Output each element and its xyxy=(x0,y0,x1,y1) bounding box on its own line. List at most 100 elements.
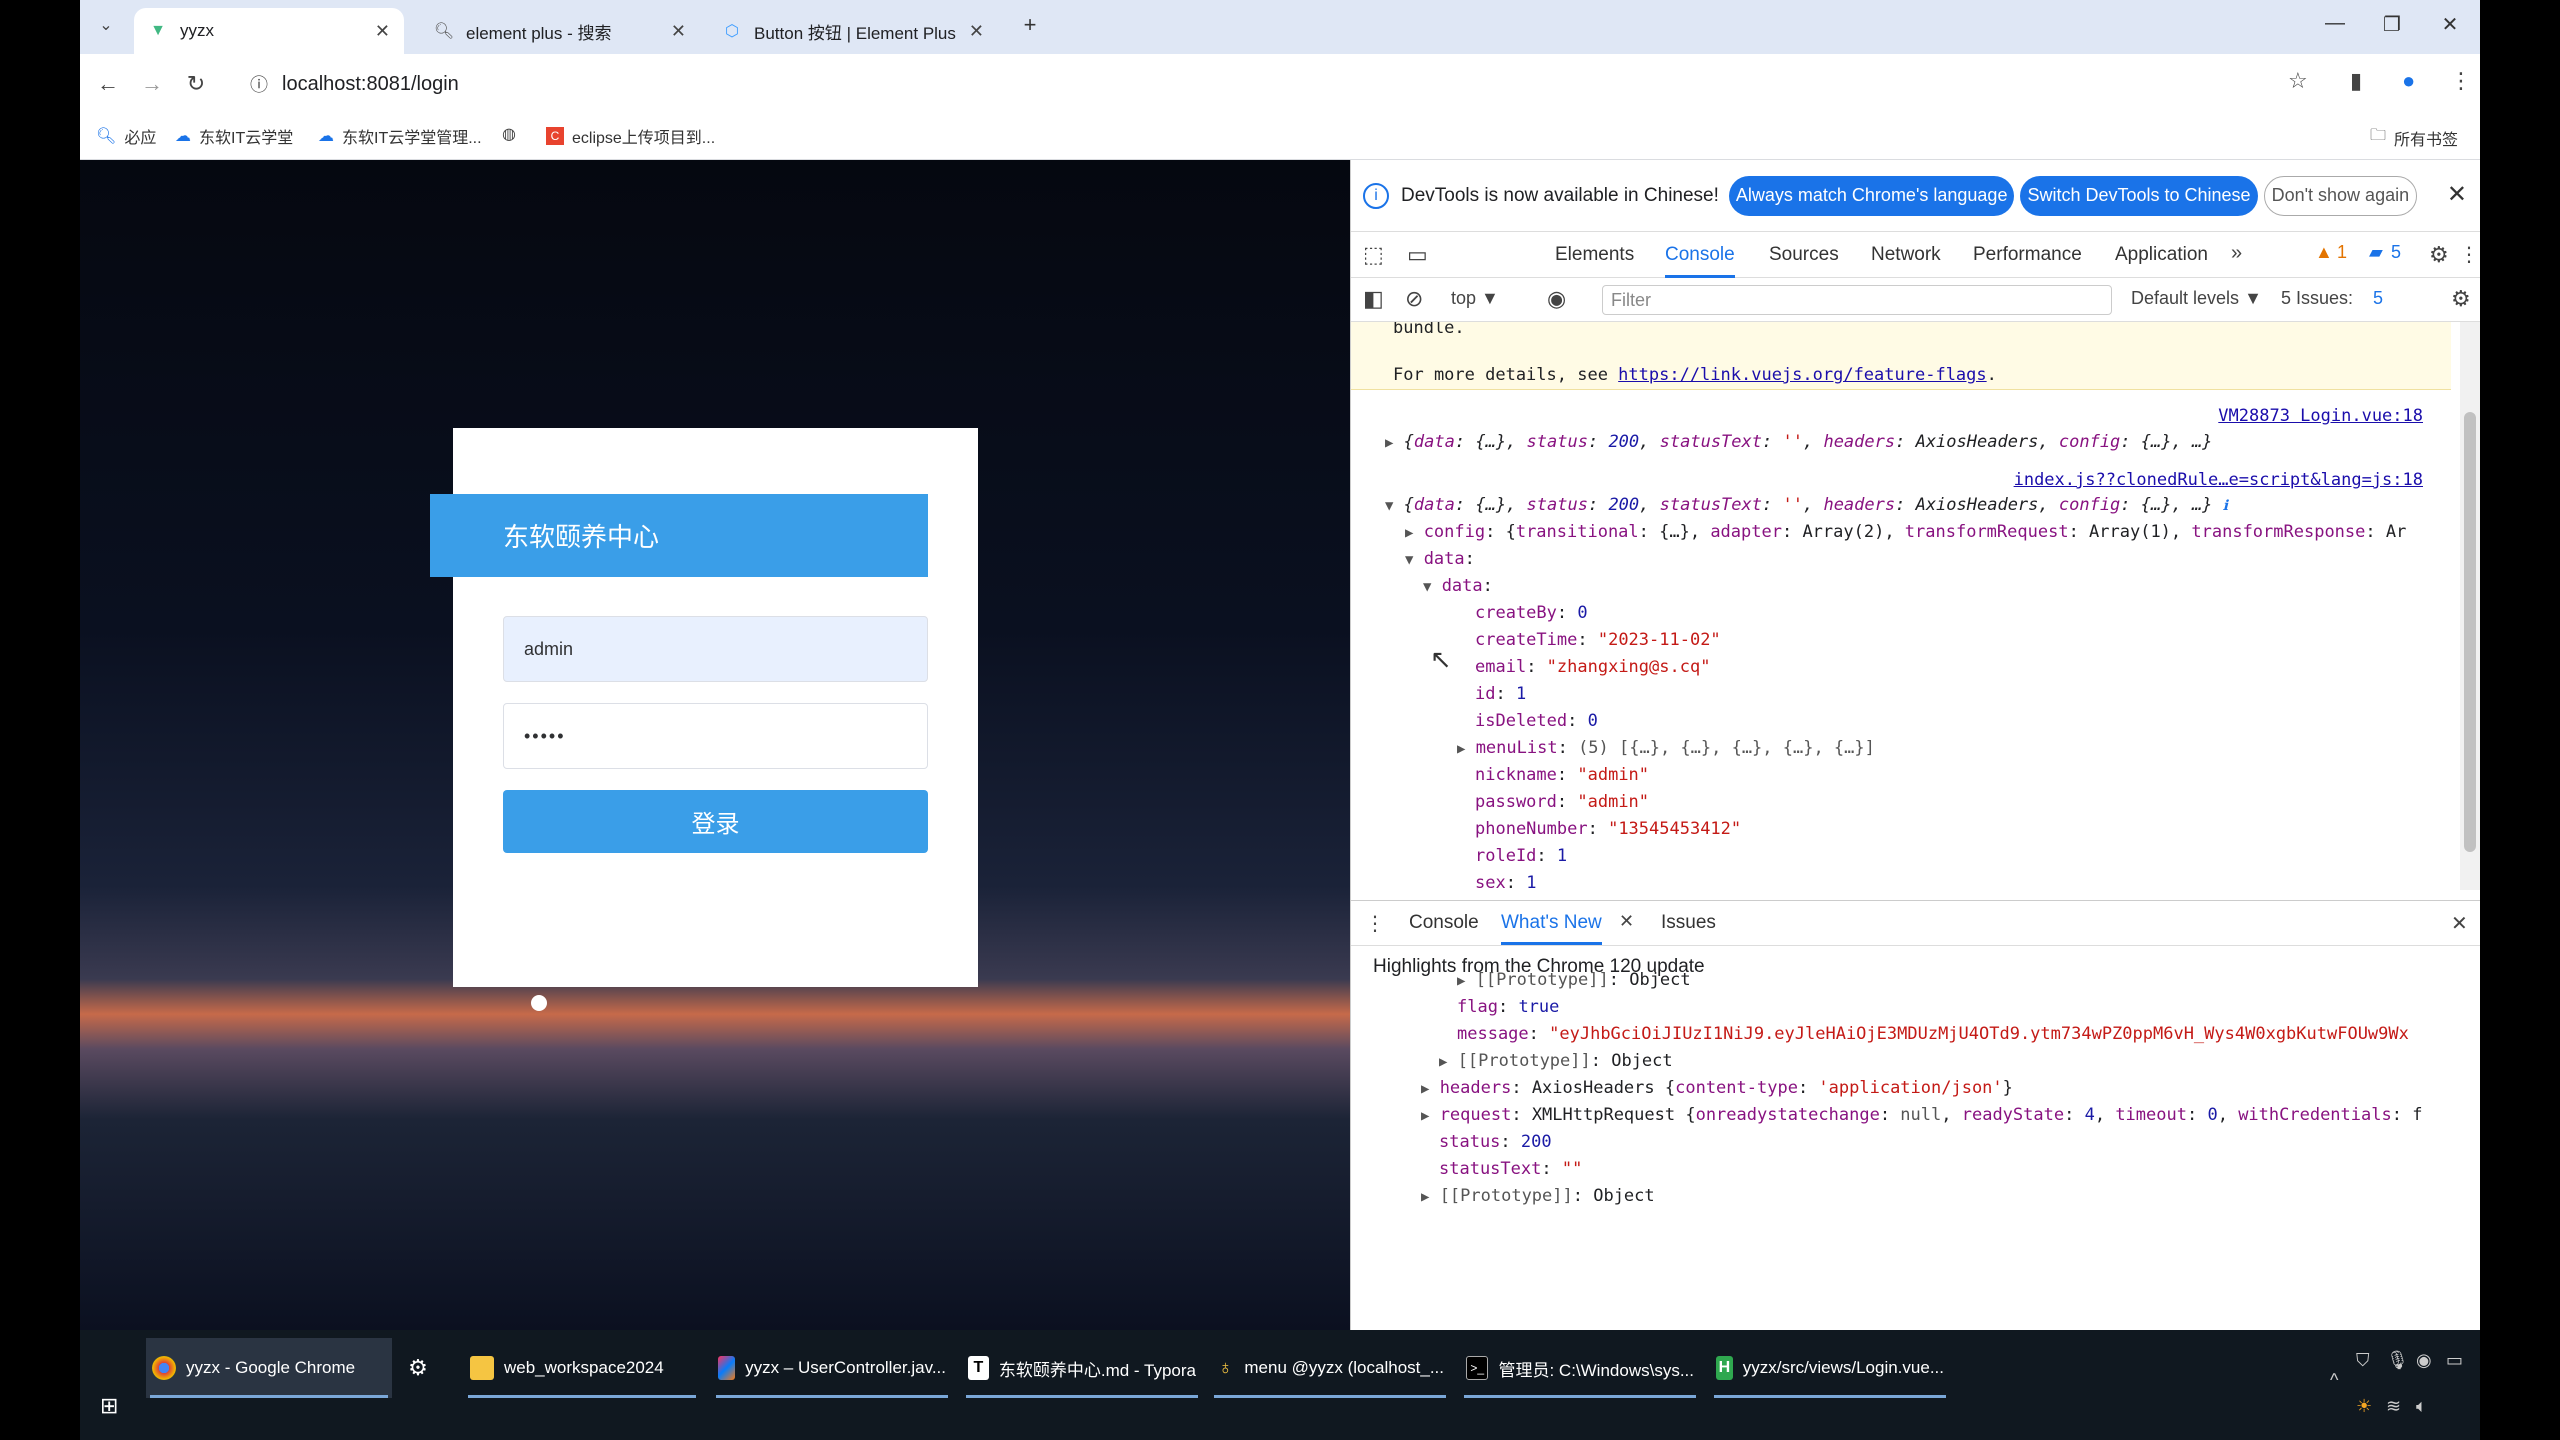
drawer-tab-console[interactable]: Console xyxy=(1409,901,1479,945)
console-filter-input[interactable]: Filter xyxy=(1602,285,2112,315)
tab-search-icon[interactable]: ⌄ xyxy=(90,10,122,42)
sidebar-toggle-icon[interactable]: ◧ xyxy=(1363,286,1384,312)
taskbar-explorer[interactable]: web_workspace2024 xyxy=(464,1338,700,1398)
prop-data-data[interactable]: ▼ data: xyxy=(1423,576,1493,596)
taskbar-intellij[interactable]: yyzx – UserController.jav... xyxy=(712,1338,952,1398)
close-tab-icon[interactable]: ✕ xyxy=(1619,911,1634,932)
menu-kebab-icon[interactable]: ⋮ xyxy=(2450,68,2472,94)
address-bar[interactable]: ⓘ localhost:8081/login xyxy=(234,62,2334,106)
tray-volume-icon[interactable]: 🔈︎ xyxy=(2416,1396,2427,1417)
taskbar-typora[interactable]: T 东软颐养中心.md - Typora xyxy=(962,1338,1202,1398)
login-button[interactable]: 登录 xyxy=(503,790,928,853)
new-tab-icon[interactable]: + xyxy=(1015,12,1045,38)
tray-chrome-icon[interactable]: ◉ xyxy=(2416,1350,2432,1371)
drawer-tab-whats-new[interactable]: What's New xyxy=(1501,901,1602,945)
clear-console-icon[interactable]: ⊘ xyxy=(1405,286,1423,312)
settings-gear-icon[interactable]: ⚙ xyxy=(2429,242,2449,268)
side-panel-icon[interactable]: ▮ xyxy=(2350,68,2362,94)
tab-yyzx[interactable]: ▼ yyzx ✕ xyxy=(134,8,404,54)
tab-application[interactable]: Application xyxy=(2115,232,2208,278)
issues-label[interactable]: 5 Issues: xyxy=(2281,288,2353,309)
close-icon[interactable]: ✕ xyxy=(969,21,984,42)
prop-data[interactable]: ▼ data: xyxy=(1405,549,1475,569)
tab-console[interactable]: Console xyxy=(1665,232,1735,278)
scrollbar-thumb[interactable] xyxy=(2464,412,2476,852)
drawer-tab-issues[interactable]: Issues xyxy=(1661,901,1716,945)
close-drawer-icon[interactable]: ✕ xyxy=(2451,911,2468,936)
tab-element-plus-search[interactable]: 🔍︎ element plus - 搜索 ✕ xyxy=(420,8,700,54)
source-link-index-js[interactable]: index.js??clonedRule…e=script&lang=js:18 xyxy=(2014,470,2423,490)
bookmark-star-icon[interactable]: ☆ xyxy=(2288,68,2308,94)
warning-count: 1 xyxy=(2337,242,2348,262)
taskbar-navicat[interactable]: ♁ menu @yyzx (localhost_... xyxy=(1210,1338,1450,1398)
bookmark-bing[interactable]: 🔍︎ 必应 xyxy=(96,124,156,148)
context-selector[interactable]: top ▼ xyxy=(1451,288,1499,309)
bookmark-neusoft-cloud-admin[interactable]: ☁ 东软IT云学堂管理... xyxy=(318,124,482,148)
taskbar-settings[interactable]: ⚙ xyxy=(400,1338,450,1398)
site-info-icon[interactable]: ⓘ xyxy=(250,71,268,97)
taskbar-chrome[interactable]: yyzx - Google Chrome xyxy=(146,1338,392,1398)
prop-request[interactable]: ▶ request: XMLHttpRequest {onreadystatec… xyxy=(1421,1105,2461,1125)
prop-config[interactable]: ▶ config: {transitional: {…}, adapter: A… xyxy=(1405,522,2406,542)
close-icon[interactable]: ✕ xyxy=(2447,180,2467,209)
source-link-login-vue[interactable]: VM28873 Login.vue:18 xyxy=(2218,406,2423,426)
tray-shield-icon[interactable]: ⛉ xyxy=(2356,1350,2370,1371)
intellij-icon xyxy=(718,1356,736,1380)
kebab-menu-icon[interactable]: ⋮ xyxy=(2459,242,2479,267)
window-close-icon[interactable]: ✕ xyxy=(2435,12,2465,37)
minimize-icon[interactable]: — xyxy=(2320,12,2350,35)
profile-avatar-icon[interactable]: ● xyxy=(2402,68,2415,94)
start-windows-icon[interactable]: ⊞ xyxy=(94,1376,124,1436)
password-input[interactable]: ••••• xyxy=(503,703,928,769)
close-icon[interactable]: ✕ xyxy=(375,21,390,42)
tray-weather-icon[interactable]: ☀ xyxy=(2356,1396,2372,1417)
reload-icon[interactable]: ↻ xyxy=(180,68,212,100)
dont-show-again-button[interactable]: Don't show again xyxy=(2263,175,2418,216)
prop-prototype-data[interactable]: ▶ [[Prototype]]: Object xyxy=(1439,1051,1673,1071)
all-bookmarks[interactable]: 🗀 所有书签 xyxy=(2370,124,2458,151)
restore-icon[interactable]: ❐ xyxy=(2377,12,2407,37)
drawer-menu-icon[interactable]: ⋮ xyxy=(1365,911,1385,936)
always-match-language-button[interactable]: Always match Chrome's language xyxy=(1728,175,2015,216)
tab-elements[interactable]: Elements xyxy=(1555,232,1634,278)
tab-element-plus-button[interactable]: ⬡ Button 按钮 | Element Plus ✕ xyxy=(708,8,998,54)
log-entry-expanded[interactable]: ▼ {data: {…}, status: 200, statusText: '… xyxy=(1385,495,2228,515)
log-entry-collapsed[interactable]: ▶ {data: {…}, status: 200, statusText: '… xyxy=(1385,432,2212,452)
feature-flags-link[interactable]: https://link.vuejs.org/feature-flags xyxy=(1618,365,1986,385)
tray-expand-icon[interactable]: ^ xyxy=(2330,1370,2338,1391)
taskbar-hbuilder[interactable]: H yyzx/src/views/Login.vue... xyxy=(1710,1338,1950,1398)
close-icon[interactable]: ✕ xyxy=(671,21,686,42)
log-levels-dropdown[interactable]: Default levels ▼ xyxy=(2131,288,2262,309)
tab-title: element plus - 搜索 xyxy=(466,23,612,43)
bookmark-neusoft-cloud[interactable]: ☁ 东软IT云学堂 xyxy=(175,124,293,148)
url-text: localhost:8081/login xyxy=(282,72,459,95)
tray-battery-icon[interactable]: ▭ xyxy=(2446,1350,2463,1371)
more-tabs-icon[interactable]: » xyxy=(2231,242,2242,265)
forward-arrow-icon[interactable]: → xyxy=(136,68,168,100)
console-output: bundle. For more details, see https://li… xyxy=(1351,322,2461,890)
username-input[interactable]: admin xyxy=(503,616,928,682)
field-menuList[interactable]: ▶ menuList: (5) [{…}, {…}, {…}, {…}, {…}… xyxy=(1457,738,1875,758)
console-scrollbar[interactable] xyxy=(2460,322,2480,890)
issues-count[interactable]: 5 xyxy=(2373,288,2383,309)
message-icon[interactable]: ▰ xyxy=(2369,242,2383,263)
switch-to-chinese-button[interactable]: Switch DevTools to Chinese xyxy=(2020,175,2258,216)
device-toolbar-icon[interactable]: ▭ xyxy=(1407,242,1428,268)
prop-prototype-inner[interactable]: ▶ [[Prototype]]: Object xyxy=(1457,970,1691,990)
inspect-element-icon[interactable]: ⬚ xyxy=(1363,242,1384,268)
back-arrow-icon[interactable]: ← xyxy=(92,68,124,100)
taskbar-cmd[interactable]: >_ 管理员: C:\Windows\sys... xyxy=(1460,1338,1700,1398)
tray-mic-icon[interactable]: 🎙︎ xyxy=(2386,1350,2409,1371)
tray-wifi-icon[interactable]: ≋ xyxy=(2386,1396,2401,1417)
tab-sources[interactable]: Sources xyxy=(1769,232,1839,278)
bookmark-eclipse[interactable]: Ceclipse上传项目到... xyxy=(546,124,715,148)
console-settings-gear-icon[interactable]: ⚙ xyxy=(2451,286,2471,312)
live-expression-eye-icon[interactable]: ◉ xyxy=(1547,286,1566,312)
tab-network[interactable]: Network xyxy=(1871,232,1941,278)
field-statusText: statusText: "" xyxy=(1439,1159,1583,1179)
tab-performance[interactable]: Performance xyxy=(1973,232,2082,278)
bookmark-globe[interactable]: ◍ xyxy=(502,124,524,144)
warning-icon[interactable]: ▲ xyxy=(2315,242,2333,263)
prop-prototype-response[interactable]: ▶ [[Prototype]]: Object xyxy=(1421,1186,1655,1206)
prop-headers[interactable]: ▶ headers: AxiosHeaders {content-type: '… xyxy=(1421,1078,2013,1098)
